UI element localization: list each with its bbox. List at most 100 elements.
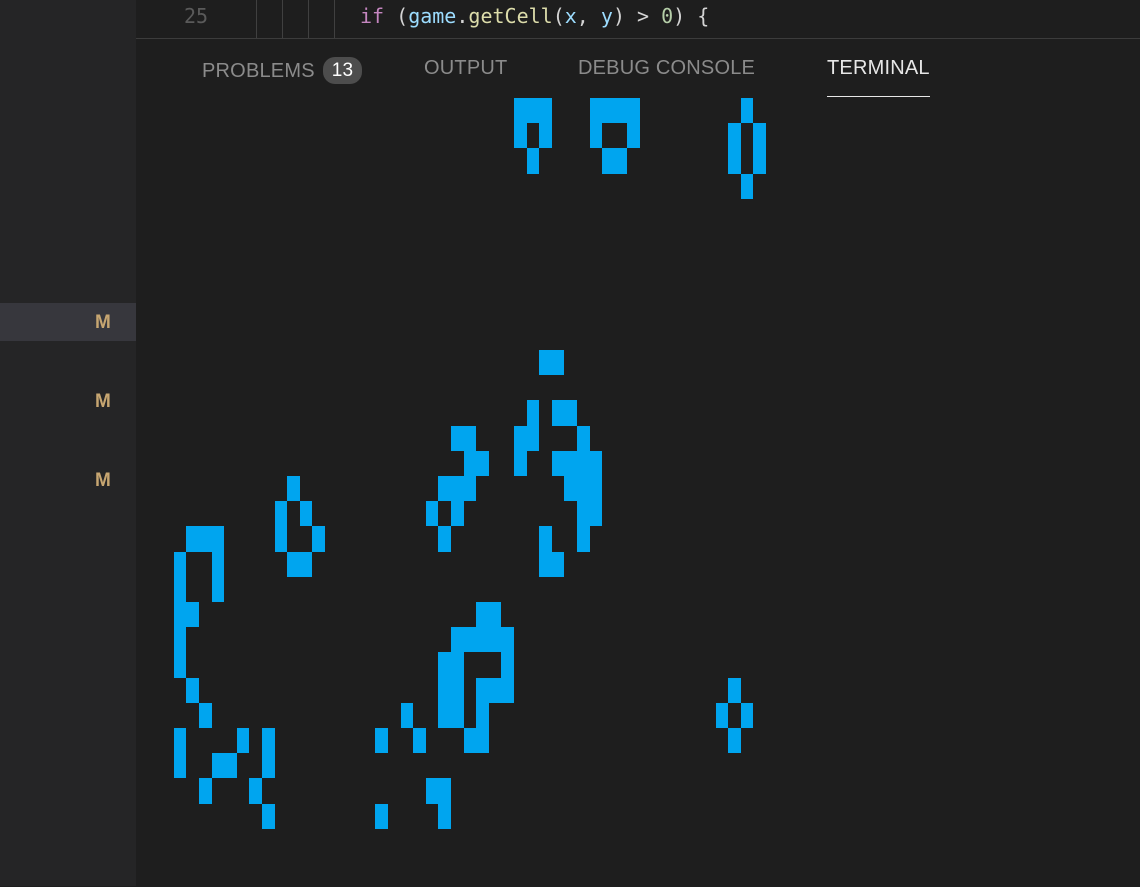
life-cell bbox=[476, 702, 489, 728]
life-cell bbox=[287, 476, 300, 502]
life-cell bbox=[614, 98, 628, 124]
life-cell bbox=[438, 778, 451, 804]
life-cell bbox=[438, 476, 451, 502]
life-cell bbox=[589, 98, 603, 124]
life-cell bbox=[274, 501, 288, 527]
life-cell bbox=[262, 728, 275, 754]
indent-guide bbox=[282, 0, 283, 38]
life-cell bbox=[526, 148, 540, 174]
life-cell bbox=[514, 123, 527, 149]
indent-guide bbox=[256, 0, 257, 38]
life-cell bbox=[463, 450, 477, 476]
life-cell bbox=[476, 602, 489, 628]
life-cell bbox=[186, 526, 199, 552]
life-cell bbox=[438, 677, 451, 703]
life-cell bbox=[451, 627, 464, 653]
life-cell bbox=[375, 803, 388, 829]
tab-output[interactable]: OUTPUT bbox=[424, 57, 507, 80]
tab-label: OUTPUT bbox=[424, 57, 508, 79]
line-number: 25 bbox=[184, 4, 209, 28]
life-cell bbox=[589, 501, 603, 527]
life-cell bbox=[589, 123, 603, 149]
life-cell bbox=[551, 400, 565, 426]
life-cell bbox=[451, 702, 464, 728]
life-cell bbox=[539, 123, 552, 149]
life-cell bbox=[501, 652, 514, 678]
life-cell bbox=[438, 803, 451, 829]
life-cell bbox=[312, 526, 325, 552]
active-tab-indicator bbox=[827, 96, 930, 97]
life-cell bbox=[602, 98, 615, 124]
life-cell bbox=[173, 753, 187, 779]
life-cell bbox=[299, 501, 313, 527]
life-cell bbox=[728, 148, 741, 174]
sidebar-file-row[interactable]: M bbox=[0, 461, 136, 499]
life-cell bbox=[715, 702, 729, 728]
life-cell bbox=[262, 753, 275, 779]
sidebar-file-row[interactable]: M bbox=[0, 303, 136, 341]
life-cell bbox=[438, 702, 451, 728]
life-cell bbox=[463, 476, 477, 502]
life-cell bbox=[476, 450, 489, 476]
life-cell bbox=[551, 450, 565, 476]
editor-code-line[interactable]: 25 if (game.getCell(x, y) > 0) { bbox=[136, 0, 1140, 38]
life-cell bbox=[577, 501, 590, 527]
life-cell bbox=[413, 728, 426, 754]
life-cell bbox=[589, 476, 603, 502]
tab-terminal[interactable]: TERMINAL bbox=[827, 57, 930, 97]
life-cell bbox=[476, 627, 489, 653]
life-cell bbox=[199, 778, 212, 804]
life-cell bbox=[614, 148, 628, 174]
life-cell bbox=[236, 728, 250, 754]
life-cell bbox=[425, 778, 439, 804]
life-cell bbox=[514, 450, 527, 476]
indent-guide bbox=[308, 0, 309, 38]
life-cell bbox=[577, 450, 590, 476]
life-cell bbox=[488, 627, 502, 653]
life-cell bbox=[740, 173, 754, 199]
life-cell bbox=[564, 450, 577, 476]
life-cell bbox=[728, 677, 741, 703]
life-cell bbox=[577, 476, 590, 502]
life-cell bbox=[375, 728, 388, 754]
life-cell bbox=[539, 551, 552, 577]
terminal-output[interactable] bbox=[136, 98, 1140, 886]
problems-count-badge: 13 bbox=[322, 57, 363, 84]
life-cell bbox=[728, 123, 741, 149]
life-cell bbox=[577, 425, 590, 451]
source-control-sidebar: M M M bbox=[0, 0, 136, 886]
life-cell bbox=[211, 753, 225, 779]
sidebar-file-row[interactable]: M bbox=[0, 382, 136, 420]
life-cell bbox=[753, 148, 766, 174]
life-cell bbox=[463, 425, 477, 451]
life-cell bbox=[740, 98, 754, 124]
life-cell bbox=[627, 123, 640, 149]
tab-problems[interactable]: PROBLEMS 13 bbox=[202, 57, 363, 84]
life-cell bbox=[262, 803, 275, 829]
life-cell bbox=[463, 728, 477, 754]
panel-tabs: PROBLEMS 13 OUTPUT DEBUG CONSOLE TERMINAL bbox=[136, 39, 1140, 99]
life-cell bbox=[551, 551, 565, 577]
tab-label: TERMINAL bbox=[827, 57, 930, 79]
life-cell bbox=[287, 551, 300, 577]
life-cell bbox=[211, 526, 225, 552]
life-cell bbox=[274, 526, 288, 552]
tab-debug-console[interactable]: DEBUG CONSOLE bbox=[578, 57, 755, 80]
code-text: if (game.getCell(x, y) > 0) { bbox=[360, 4, 710, 28]
life-cell bbox=[526, 425, 540, 451]
life-cell bbox=[488, 602, 502, 628]
life-cell bbox=[564, 400, 577, 426]
life-cell bbox=[173, 576, 187, 602]
life-cell bbox=[551, 350, 565, 376]
life-cell bbox=[514, 425, 527, 451]
life-cell bbox=[602, 148, 615, 174]
life-cell bbox=[539, 526, 552, 552]
modified-badge: M bbox=[95, 391, 111, 412]
life-cell bbox=[740, 702, 754, 728]
life-cell bbox=[451, 652, 464, 678]
life-cell bbox=[451, 425, 464, 451]
life-cell bbox=[438, 526, 451, 552]
life-cell bbox=[501, 627, 514, 653]
life-cell bbox=[186, 602, 199, 628]
life-cell bbox=[539, 350, 552, 376]
